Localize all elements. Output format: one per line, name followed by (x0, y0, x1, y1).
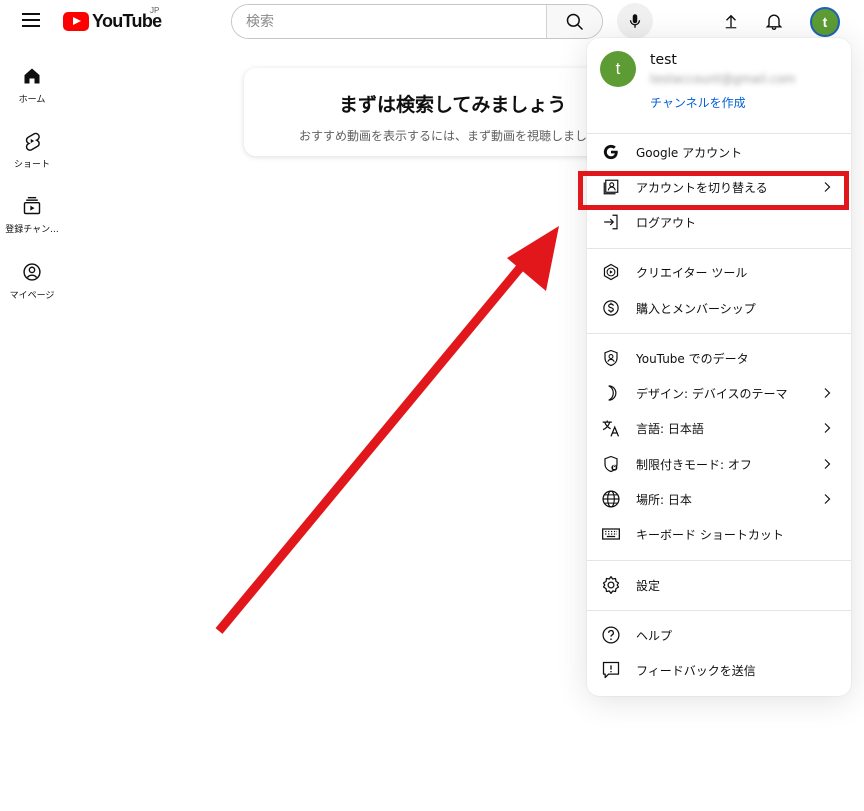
sidebar-item-shorts[interactable]: ショート (0, 129, 64, 170)
account-menu-header: t test testaccount@gmail.com チャンネルを作成 (587, 38, 851, 126)
menu-item-appearance[interactable]: デザイン: デバイスのテーマ (587, 375, 851, 411)
menu-divider (587, 333, 851, 334)
language-icon (600, 417, 622, 439)
menu-icon[interactable] (22, 13, 40, 27)
search-prompt-card: まずは検索してみましょう おすすめ動画を表示するには、まず動画を視聴しましょう (244, 68, 624, 156)
bell-icon (765, 14, 783, 30)
feedback-icon (600, 659, 622, 681)
create-channel-link[interactable]: チャンネルを作成 (650, 94, 746, 111)
account-name: test (650, 52, 677, 68)
help-icon (600, 624, 622, 646)
account-menu: t test testaccount@gmail.com チャンネルを作成 Go… (587, 38, 851, 696)
menu-item-label: ログアウト (636, 215, 697, 230)
menu-item-label: ヘルプ (636, 628, 673, 643)
home-icon (20, 64, 44, 88)
upload-icon (725, 14, 737, 29)
menu-item-label: デザイン: デバイスのテーマ (636, 386, 788, 401)
menu-item-label: アカウントを切り替える (636, 180, 768, 195)
chevron-right-icon (819, 456, 835, 472)
account-avatar-button[interactable]: t (810, 7, 840, 37)
menu-item-send-feedback[interactable]: フィードバックを送信 (587, 652, 851, 688)
menu-item-label: YouTube でのデータ (636, 351, 749, 366)
menu-item-language[interactable]: 言語: 日本語 (587, 410, 851, 446)
sidebar-item-label: ホーム (18, 95, 46, 105)
purchases-icon (600, 297, 622, 319)
my-page-icon (20, 260, 44, 284)
menu-item-keyboard-shortcuts[interactable]: キーボード ショートカット (587, 516, 851, 552)
sidebar-item-home[interactable]: ホーム (0, 64, 64, 105)
prompt-subtitle: おすすめ動画を表示するには、まず動画を視聴しましょう (299, 129, 612, 143)
chevron-right-icon (819, 420, 835, 436)
youtube-logo[interactable]: YouTube (63, 10, 162, 32)
prompt-title: まずは検索してみましょう (339, 94, 567, 116)
sidebar-item-my-page[interactable]: マイページ (0, 260, 64, 301)
search-icon (566, 13, 583, 30)
sign-out-icon (600, 211, 622, 233)
search-input[interactable] (232, 5, 546, 38)
menu-divider (587, 248, 851, 249)
location-icon (600, 488, 622, 510)
your-data-icon (600, 347, 622, 369)
upload-button[interactable] (720, 10, 742, 32)
menu-item-purchases[interactable]: 購入とメンバーシップ (587, 290, 851, 326)
sidebar-item-label: ショート (13, 160, 50, 170)
youtube-play-icon (63, 11, 89, 31)
menu-item-label: 場所: 日本 (636, 492, 692, 507)
menu-item-sign-out[interactable]: ログアウト (587, 204, 851, 240)
restricted-mode-icon (600, 453, 622, 475)
shorts-icon (20, 129, 44, 153)
menu-item-label: 制限付きモード: オフ (636, 457, 752, 472)
menu-item-label: 言語: 日本語 (636, 421, 704, 436)
chevron-right-icon (819, 385, 835, 401)
menu-item-restricted-mode[interactable]: 制限付きモード: オフ (587, 446, 851, 482)
menu-item-settings[interactable]: 設定 (587, 567, 851, 603)
menu-divider (587, 610, 851, 611)
menu-item-label: クリエイター ツール (636, 265, 748, 280)
sidebar-item-label: マイページ (9, 291, 55, 301)
menu-item-google-account[interactable]: Google アカウント (587, 134, 851, 170)
keyboard-icon (600, 523, 622, 545)
chevron-right-icon (819, 179, 835, 195)
menu-item-help[interactable]: ヘルプ (587, 617, 851, 653)
menu-item-label: 購入とメンバーシップ (636, 301, 756, 316)
logo-region-code: JP (150, 6, 160, 15)
menu-item-label: フィードバックを送信 (636, 663, 756, 678)
settings-icon (600, 574, 622, 596)
notifications-button[interactable] (763, 10, 785, 32)
menu-divider (587, 560, 851, 561)
arrow-shaft (215, 254, 533, 634)
microphone-icon (629, 14, 641, 28)
switch-account-icon (600, 176, 622, 198)
creator-tools-icon (600, 261, 622, 283)
menu-item-your-data[interactable]: YouTube でのデータ (587, 340, 851, 376)
voice-search-button[interactable] (617, 3, 653, 39)
chevron-right-icon (819, 491, 835, 507)
appearance-icon (600, 382, 622, 404)
menu-item-label: 設定 (636, 578, 661, 593)
menu-item-label: Google アカウント (636, 145, 743, 160)
menu-item-switch-account[interactable]: アカウントを切り替える (587, 169, 851, 205)
search-button[interactable] (546, 5, 602, 38)
account-email: testaccount@gmail.com (650, 72, 796, 86)
menu-item-creator-tools[interactable]: クリエイター ツール (587, 254, 851, 290)
search-bar (231, 4, 603, 39)
sidebar-item-label: 登録チャン... (5, 225, 59, 235)
google-icon (600, 141, 622, 163)
sidebar-item-subscriptions[interactable]: 登録チャン... (0, 194, 64, 235)
avatar: t (600, 51, 636, 87)
menu-item-label: キーボード ショートカット (636, 527, 784, 542)
subscriptions-icon (20, 194, 44, 218)
menu-item-location[interactable]: 場所: 日本 (587, 481, 851, 517)
arrow-head (507, 226, 559, 291)
